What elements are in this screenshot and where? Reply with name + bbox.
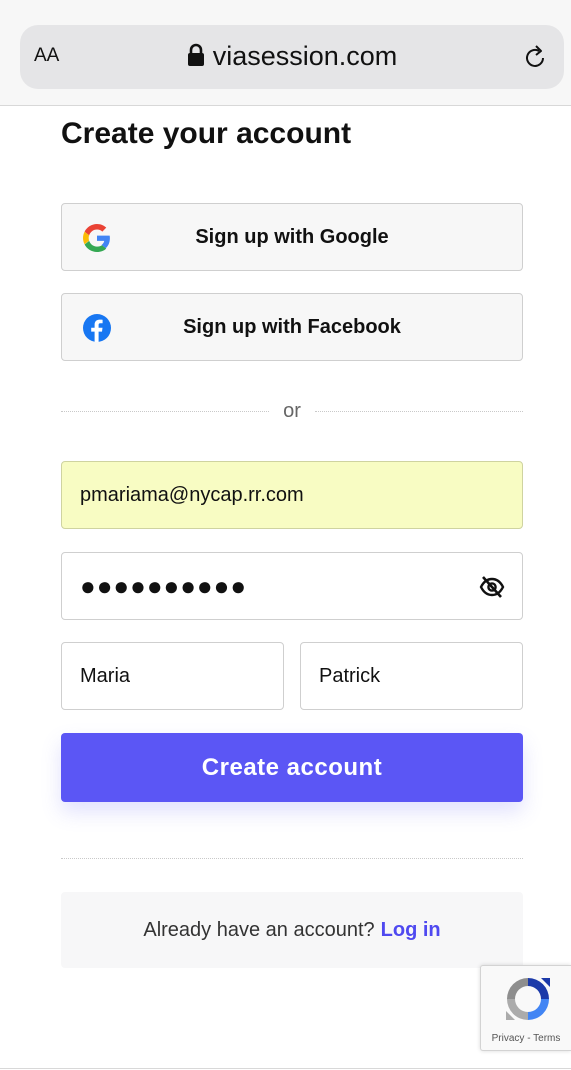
login-link[interactable]: Log in bbox=[381, 919, 441, 942]
recaptcha-badge[interactable]: Privacy - Terms bbox=[480, 965, 571, 1051]
email-field[interactable] bbox=[61, 461, 523, 529]
page: AA viasession.com Create your account Si… bbox=[0, 0, 571, 1070]
google-signup-button[interactable]: Sign up with Google bbox=[61, 203, 523, 271]
create-account-button[interactable]: Create account bbox=[61, 733, 523, 802]
recaptcha-separator: - bbox=[524, 1033, 534, 1044]
bottom-border bbox=[0, 1068, 571, 1069]
last-name-field[interactable] bbox=[300, 642, 523, 710]
lock-icon bbox=[187, 43, 204, 66]
create-account-label: Create account bbox=[201, 753, 383, 781]
browser-toolbar: AA viasession.com bbox=[0, 0, 571, 106]
url-display[interactable]: viasession.com bbox=[20, 41, 564, 72]
last-name-input[interactable] bbox=[319, 664, 504, 688]
recaptcha-terms-link[interactable]: Terms bbox=[533, 1033, 560, 1044]
first-name-input[interactable] bbox=[80, 664, 265, 688]
section-separator bbox=[61, 858, 523, 859]
facebook-signup-button[interactable]: Sign up with Facebook bbox=[61, 293, 523, 361]
recaptcha-links: Privacy - Terms bbox=[481, 1033, 571, 1044]
reload-icon[interactable] bbox=[524, 44, 548, 70]
email-input[interactable] bbox=[80, 483, 504, 507]
recaptcha-icon bbox=[506, 978, 550, 1020]
login-prompt-box: Already have an account? Log in bbox=[61, 892, 523, 968]
divider-line-right bbox=[315, 411, 523, 412]
login-prompt-text: Already have an account? bbox=[143, 918, 375, 941]
google-icon bbox=[83, 224, 110, 252]
first-name-field[interactable] bbox=[61, 642, 284, 710]
page-title: Create your account bbox=[61, 117, 352, 150]
address-bar[interactable]: AA viasession.com bbox=[20, 25, 564, 89]
password-input[interactable]: ●●●●●●●●●● bbox=[80, 571, 247, 602]
or-divider: or bbox=[61, 400, 523, 424]
recaptcha-privacy-link[interactable]: Privacy bbox=[492, 1033, 525, 1044]
eye-slash-icon[interactable] bbox=[479, 574, 505, 600]
url-text: viasession.com bbox=[212, 41, 398, 71]
password-field[interactable]: ●●●●●●●●●● bbox=[61, 552, 523, 620]
google-signup-label: Sign up with Google bbox=[195, 225, 389, 248]
facebook-signup-label: Sign up with Facebook bbox=[183, 315, 401, 338]
facebook-icon bbox=[83, 314, 111, 342]
